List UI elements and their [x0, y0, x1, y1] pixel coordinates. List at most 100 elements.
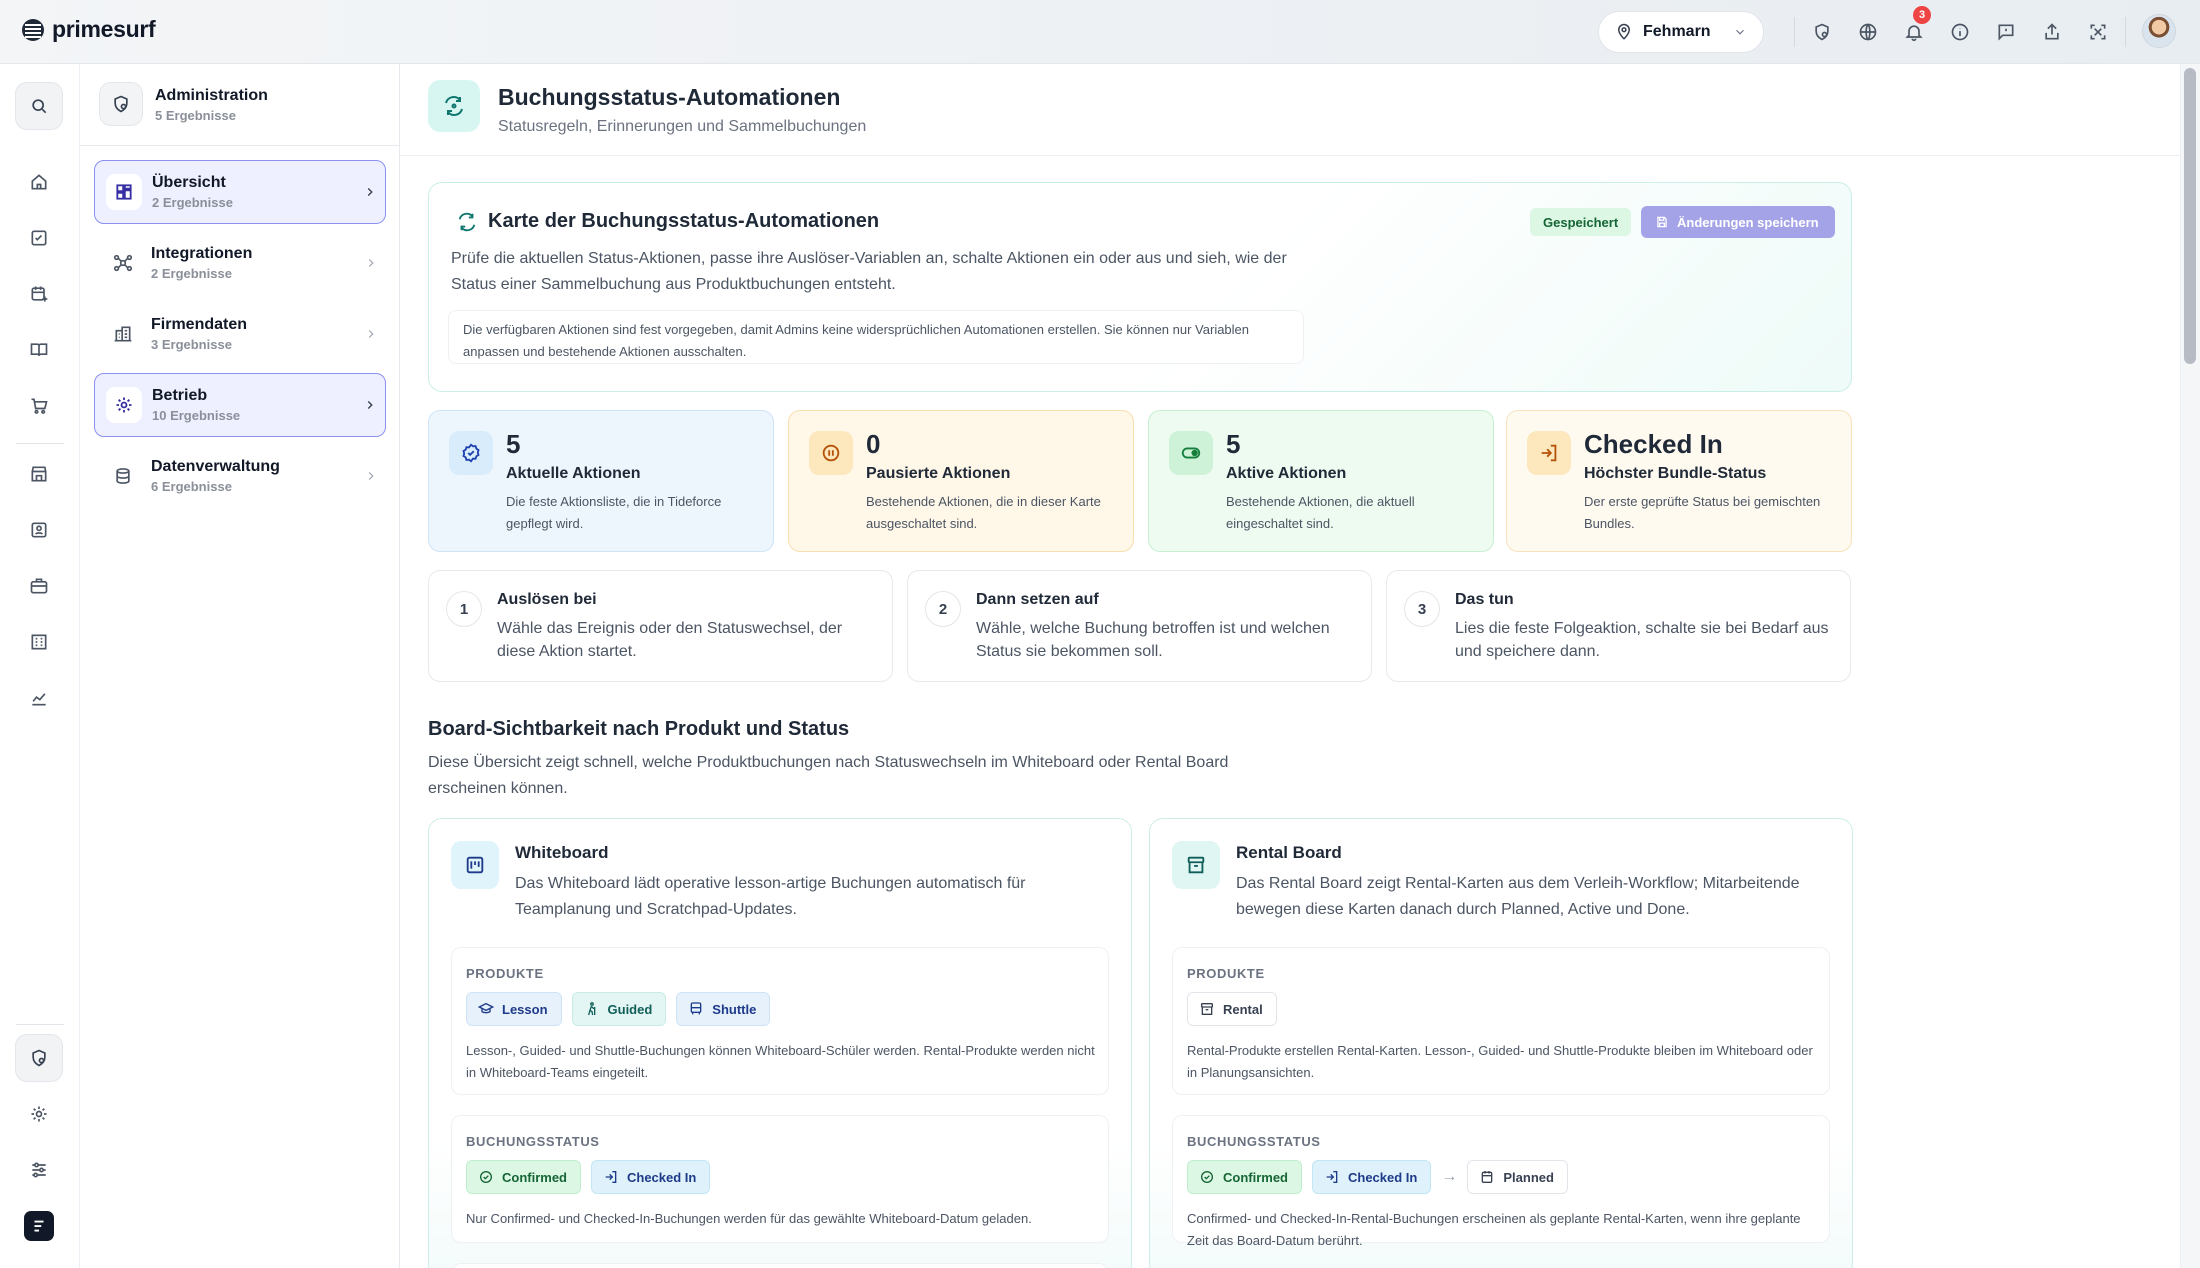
save-icon — [1657, 216, 1667, 228]
nav-item-integrationen[interactable]: Integrationen 2 Ergebnisse — [94, 231, 386, 295]
icon-rail — [0, 64, 80, 1268]
info-button[interactable] — [1937, 14, 1983, 50]
scan-button[interactable] — [2075, 14, 2121, 50]
board-description: Das Rental Board zeigt Rental-Karten aus… — [1236, 875, 1800, 918]
step-number: 2 — [925, 591, 961, 627]
status-heading: BUCHUNGSSTATUS — [466, 1134, 600, 1149]
nav-item-betrieb[interactable]: Betrieb 10 Ergebnisse — [94, 373, 386, 437]
rail-search-button[interactable] — [15, 82, 63, 130]
location-name: Fehmarn — [1643, 23, 1711, 40]
status-panel: BUCHUNGSSTATUS Confirmed Checked In Nur … — [451, 1115, 1109, 1243]
board-description: Das Whiteboard lädt operative lesson-art… — [515, 875, 1026, 918]
step-number: 3 — [1404, 591, 1440, 627]
login-icon — [1326, 1171, 1338, 1183]
status-panel: BUCHUNGSSTATUS Confirmed Checked In → Pl… — [1172, 1115, 1830, 1248]
nav-item-count: 3 Ergebnisse — [151, 337, 232, 352]
search-icon — [32, 99, 47, 114]
scan-icon — [2090, 24, 2106, 40]
save-changes-button[interactable]: Änderungen speichern — [1641, 206, 1835, 238]
rail-analytics-button[interactable] — [15, 674, 63, 722]
bell-icon — [1905, 25, 1923, 42]
rail-store-button[interactable] — [15, 450, 63, 498]
database-icon — [105, 458, 141, 494]
badge-check-icon — [449, 431, 493, 475]
page-scrollbar[interactable] — [2180, 64, 2200, 1268]
notifications-button[interactable]: 3 — [1891, 6, 1937, 50]
nav-header[interactable]: Administration 5 Ergebnisse — [80, 64, 400, 146]
rail-divider — [16, 443, 64, 444]
nav-item-uebersicht[interactable]: Übersicht 2 Ergebnisse — [94, 160, 386, 224]
chip-label: Checked In — [1348, 1169, 1418, 1185]
toggle-on-icon — [1169, 431, 1213, 475]
dashboard-icon — [106, 174, 142, 210]
stat-highest-bundle-status: Checked In Höchster Bundle-Status Der er… — [1506, 410, 1852, 552]
rail-cart-button[interactable] — [15, 382, 63, 430]
building-icon — [31, 634, 47, 650]
status-chip-checked-in: Checked In — [1312, 1160, 1432, 1194]
automation-map-description: Prüfe die aktuellen Status-Aktionen, pas… — [451, 250, 1287, 293]
rail-briefcase-button[interactable] — [15, 562, 63, 610]
step-description: Wähle das Ereignis oder den Statuswechse… — [497, 620, 843, 660]
book-icon — [30, 343, 48, 356]
board-title: Rental Board — [1236, 843, 1342, 862]
scrollbar-thumb[interactable] — [2184, 68, 2196, 364]
stat-description: Bestehende Aktionen, die in dieser Karte… — [866, 494, 1101, 531]
calendar-plus-icon — [31, 286, 48, 302]
nav-item-firmendaten[interactable]: Firmendaten 3 Ergebnisse — [94, 302, 386, 366]
nav-header-count: 5 Ergebnisse — [155, 108, 236, 123]
rail-book-button[interactable] — [15, 326, 63, 374]
products-panel: PRODUKTE Rental Rental-Produkte erstelle… — [1172, 947, 1830, 1095]
location-selector[interactable]: Fehmarn — [1598, 11, 1764, 53]
rail-app-button[interactable] — [15, 1202, 63, 1250]
gear-icon — [106, 387, 142, 423]
chip-label: Confirmed — [502, 1169, 567, 1185]
graduation-cap-icon — [478, 1002, 494, 1014]
divider — [2125, 17, 2126, 47]
info-icon — [1951, 23, 1969, 41]
page-subtitle: Statusregeln, Erinnerungen und Sammelbuc… — [498, 118, 867, 135]
step-title: Dann setzen auf — [976, 591, 1099, 608]
page-title: Buchungsstatus-Automationen — [498, 84, 841, 110]
main-content: Buchungsstatus-Automationen Statusregeln… — [400, 64, 2180, 1268]
admin-shield-button[interactable] — [1799, 14, 1845, 50]
app-logo[interactable]: primesurf — [22, 16, 156, 43]
nav-item-count: 2 Ergebnisse — [151, 266, 232, 281]
step-set-status: 2 Dann setzen auf Wähle, welche Buchung … — [907, 570, 1372, 682]
chip-label: Rental — [1223, 1001, 1263, 1017]
stat-paused-actions: 0 Pausierte Aktionen Bestehende Aktionen… — [788, 410, 1134, 552]
automation-map-title: Karte der Buchungsstatus-Automationen — [456, 210, 879, 233]
chip-label: Planned — [1503, 1169, 1554, 1185]
stat-label: Pausierte Aktionen — [866, 465, 1011, 482]
login-icon — [1527, 431, 1571, 475]
nav-item-datenverwaltung[interactable]: Datenverwaltung 6 Ergebnisse — [94, 444, 386, 508]
rail-settings-button[interactable] — [15, 1090, 63, 1138]
products-heading: PRODUKTE — [1187, 966, 1265, 981]
language-button[interactable] — [1845, 14, 1891, 50]
products-heading: PRODUKTE — [466, 966, 544, 981]
stat-value: 5 — [1226, 429, 1241, 459]
rail-home-button[interactable] — [15, 158, 63, 206]
chevron-right-icon — [355, 398, 385, 412]
chip-label: Checked In — [627, 1169, 697, 1185]
rail-building-button[interactable] — [15, 618, 63, 666]
user-avatar[interactable] — [2142, 14, 2176, 48]
chevron-down-icon — [1736, 29, 1744, 35]
rail-contacts-button[interactable] — [15, 506, 63, 554]
share-button[interactable] — [2029, 14, 2075, 50]
step-title: Das tun — [1455, 591, 1514, 608]
nav-item-label: Übersicht — [152, 174, 226, 191]
rail-calendar-add-button[interactable] — [15, 270, 63, 318]
board-title: Whiteboard — [515, 843, 609, 862]
rail-admin-button[interactable] — [15, 1034, 63, 1082]
products-note: Rental-Produkte erstellen Rental-Karten.… — [1187, 1043, 1813, 1080]
visibility-section-description: Diese Übersicht zeigt schnell, welche Pr… — [428, 754, 1229, 797]
automation-icon — [428, 80, 480, 132]
home-icon — [31, 174, 47, 190]
chip-label: Confirmed — [1223, 1169, 1288, 1185]
feedback-button[interactable] — [1983, 14, 2029, 50]
chevron-right-icon — [356, 327, 386, 341]
whiteboard-card: Whiteboard Das Whiteboard lädt operative… — [428, 818, 1132, 1268]
rail-tasks-button[interactable] — [15, 214, 63, 262]
rail-sliders-button[interactable] — [15, 1146, 63, 1194]
step-title: Auslösen bei — [497, 591, 597, 608]
